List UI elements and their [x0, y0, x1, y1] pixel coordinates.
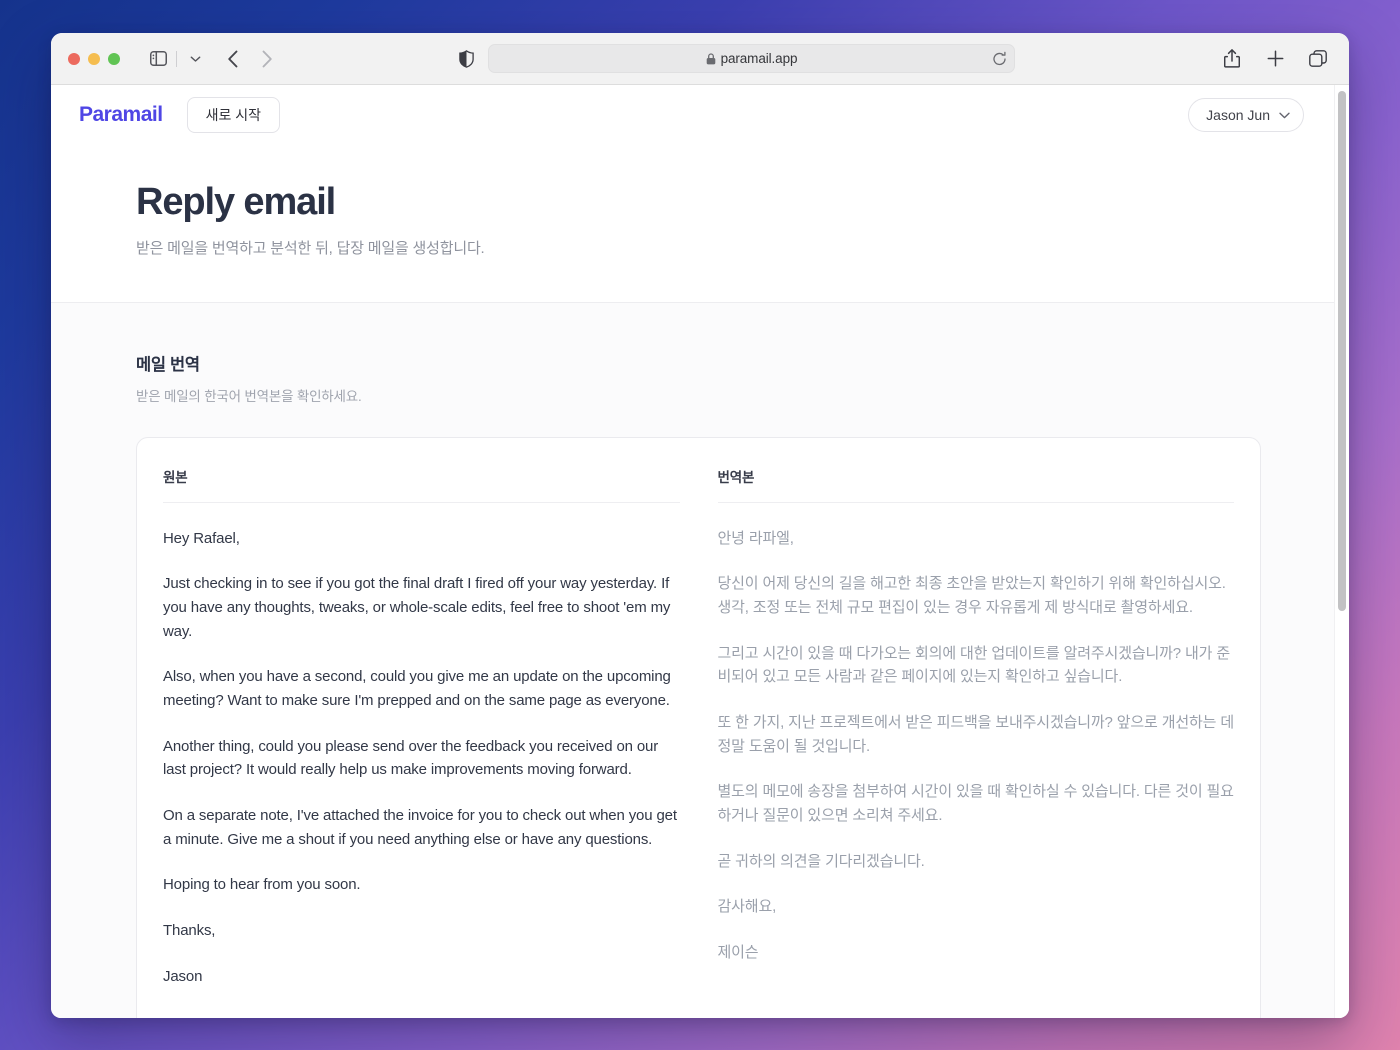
page-scroll-content: Paramail 새로 시작 Jason Jun Reply email 받은 … — [51, 85, 1349, 1018]
tab-overview-icon[interactable] — [1304, 45, 1332, 73]
scrollbar-thumb[interactable] — [1338, 91, 1346, 611]
page-viewport: Paramail 새로 시작 Jason Jun Reply email 받은 … — [51, 85, 1349, 1018]
source-email-body: Hey Rafael, Just checking in to see if yo… — [163, 503, 680, 989]
browser-window: paramail.app Paramail 새로 시작 Jason Jun Re… — [51, 33, 1349, 1018]
maximize-button[interactable] — [108, 52, 120, 65]
chevron-down-icon — [1279, 112, 1290, 119]
navigation-controls — [219, 45, 281, 73]
browser-toolbar: paramail.app — [51, 33, 1349, 85]
section-description: 받은 메일의 한국어 번역본을 확인하세요. — [136, 388, 362, 404]
toolbar-right-actions — [1218, 45, 1332, 73]
user-name-label: Jason Jun — [1206, 107, 1270, 123]
email-paragraph: Hey Rafael, — [163, 529, 240, 547]
privacy-shield-icon[interactable] — [452, 45, 480, 73]
section-title: 메일 번역 — [136, 355, 200, 374]
lock-icon — [706, 52, 716, 65]
email-paragraph: Thanks, — [163, 922, 216, 940]
email-paragraph: 곧 귀하의 의견을 기다리겠습니다. — [717, 852, 925, 870]
email-paragraph: Jason — [163, 967, 203, 985]
chevron-down-icon[interactable] — [181, 45, 209, 73]
email-paragraph: Just checking in to see if you got the f… — [163, 575, 671, 640]
translation-card: 원본 Hey Rafael, Just checking in to see if… — [136, 436, 1261, 1018]
email-paragraph: Also, when you have a second, could you … — [163, 668, 671, 709]
email-paragraph: Hoping to hear from you soon. — [163, 876, 361, 894]
email-paragraph: 안녕 라파엘, — [717, 529, 794, 547]
email-paragraph: On a separate note, I've attached the in… — [163, 807, 677, 848]
translation-column: 번역본 안녕 라파엘, 당신이 어제 당신의 길을 해고한 최종 초안을 받았는지… — [717, 466, 1235, 1018]
sidebar-icon[interactable] — [144, 45, 172, 73]
source-column-header: 원본 — [163, 466, 680, 503]
source-column: 원본 Hey Rafael, Just checking in to see if… — [163, 466, 680, 1018]
close-button[interactable] — [68, 52, 80, 65]
user-menu-button[interactable]: Jason Jun — [1188, 98, 1304, 132]
page-title: Reply email — [136, 181, 336, 223]
minimize-button[interactable] — [88, 52, 100, 65]
app-header: Paramail 새로 시작 Jason Jun — [51, 85, 1349, 145]
page-header: Reply email 받은 메일을 번역하고 분석한 뒤, 답장 메일을 생성… — [51, 145, 1349, 303]
email-paragraph: 제이슨 — [717, 944, 759, 962]
forward-arrow-icon[interactable] — [253, 45, 281, 73]
reload-icon[interactable] — [992, 51, 1007, 66]
email-paragraph: 또 한 가지, 지난 프로젝트에서 받은 피드백을 보내주시겠습니까? 앞으로 … — [717, 713, 1235, 755]
window-traffic-lights — [68, 52, 120, 65]
email-paragraph: 당신이 어제 당신의 길을 해고한 최종 초안을 받았는지 확인하기 위해 확인… — [717, 575, 1226, 616]
translation-section: 메일 번역 받은 메일의 한국어 번역본을 확인하세요. 원본 Hey Rafa… — [51, 303, 1349, 1018]
email-paragraph: 감사해요, — [717, 898, 777, 916]
plus-icon[interactable] — [1261, 45, 1289, 73]
email-paragraph: Another thing, could you please send ove… — [163, 737, 659, 779]
page-scrollbar[interactable] — [1334, 85, 1349, 1018]
paramail-logo[interactable]: Paramail — [79, 103, 163, 127]
back-arrow-icon[interactable] — [219, 45, 247, 73]
toolbar-divider — [176, 50, 177, 67]
translation-column-header: 번역본 — [717, 466, 1234, 503]
url-text: paramail.app — [720, 51, 798, 66]
share-icon[interactable] — [1218, 45, 1246, 73]
url-bar[interactable]: paramail.app — [488, 44, 1015, 73]
email-paragraph: 그리고 시간이 있을 때 다가오는 회의에 대한 업데이트를 알려주시겠습니까?… — [717, 644, 1231, 686]
sidebar-controls — [144, 45, 209, 73]
new-session-button[interactable]: 새로 시작 — [186, 97, 280, 133]
email-paragraph: 별도의 메모에 송장을 첨부하여 시간이 있을 때 확인하실 수 있습니다. 다… — [717, 783, 1234, 825]
page-subtitle: 받은 메일을 번역하고 분석한 뒤, 답장 메일을 생성합니다. — [136, 239, 485, 257]
translated-email-body: 안녕 라파엘, 당신이 어제 당신의 길을 해고한 최종 초안을 받았는지 확인하… — [718, 503, 1235, 965]
